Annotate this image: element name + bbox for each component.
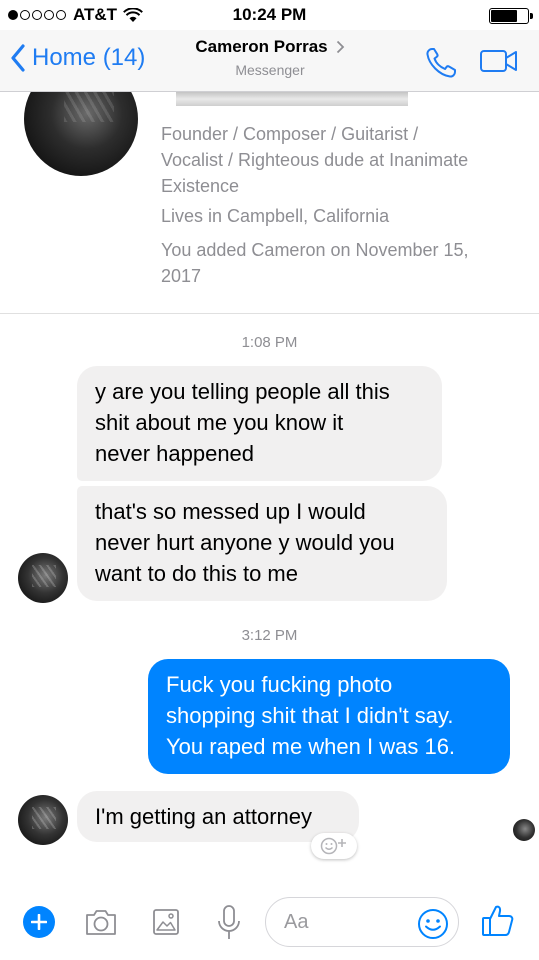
battery-icon [489, 8, 533, 24]
outgoing-message-bubble[interactable]: Fuck you fucking photo shopping shit tha… [148, 659, 510, 774]
message-text-line: shit about me you know it [95, 410, 344, 435]
voice-message-button[interactable] [216, 904, 242, 947]
message-text-line: that's so messed up I would [95, 499, 366, 524]
message-text-line: I'm getting an attorney [95, 804, 312, 829]
video-call-button[interactable] [479, 49, 519, 78]
profile-bio-line: Vocalist / Righteous dude at Inanimate [161, 150, 469, 170]
conversation-title[interactable]: Cameron Porras Messenger [150, 37, 390, 78]
video-camera-icon [480, 50, 517, 72]
contact-profile-card: Founder / Composer / Guitarist / Vocalis… [0, 92, 539, 314]
camera-icon [86, 910, 116, 935]
message-timestamp: 1:08 PM [241, 334, 298, 351]
incoming-message-bubble[interactable]: y are you telling people all this shit a… [77, 366, 442, 481]
smiley-icon [418, 909, 448, 939]
chevron-right-icon [336, 40, 344, 54]
status-bar: AT&T 10:24 PM [0, 0, 539, 30]
contact-name: Cameron Porras [195, 37, 328, 56]
message-text-line: never hurt anyone y would you [95, 530, 395, 555]
add-reaction-button[interactable] [311, 833, 357, 859]
conversation-subtitle: Messenger [235, 62, 305, 78]
call-button[interactable] [424, 46, 458, 85]
profile-location: Lives in Campbell, California [161, 206, 390, 226]
redacted-text [176, 92, 408, 106]
chevron-left-icon [11, 44, 25, 72]
back-button[interactable]: Home (14) [10, 44, 145, 72]
profile-added-date: You added Cameron on November 15, [161, 240, 469, 260]
more-options-button[interactable] [23, 906, 55, 938]
message-text-line: want to do this to me [95, 561, 298, 586]
message-input[interactable] [284, 910, 404, 934]
microphone-icon [218, 905, 240, 939]
emoji-button[interactable] [417, 908, 449, 945]
read-receipt-avatar [513, 819, 535, 841]
thumbs-up-icon [482, 905, 514, 936]
camera-button[interactable] [84, 907, 118, 942]
message-text-line: y are you telling people all this [95, 379, 390, 404]
plus-icon [31, 914, 47, 930]
message-text-line: You raped me when I was 16. [166, 734, 456, 759]
sender-avatar[interactable] [18, 795, 68, 845]
message-input-container[interactable] [265, 897, 459, 947]
message-text-line: Fuck you fucking photo [166, 672, 393, 697]
like-button[interactable] [481, 904, 515, 943]
message-text-line: shopping shit that I didn't say. [166, 703, 454, 728]
add-reaction-icon [320, 837, 346, 855]
phone-icon [426, 48, 456, 78]
profile-avatar[interactable] [24, 92, 138, 176]
clock: 10:24 PM [232, 5, 307, 24]
message-text-line: never happened [95, 441, 255, 466]
profile-added-date: 2017 [161, 266, 202, 286]
incoming-message-bubble[interactable]: that's so messed up I would never hurt a… [77, 486, 447, 601]
profile-bio-line: Existence [161, 176, 240, 196]
nav-bar: Home (14) Cameron Porras Messenger [0, 30, 539, 92]
gallery-button[interactable] [152, 908, 180, 941]
sender-avatar[interactable] [18, 553, 68, 603]
message-timestamp: 3:12 PM [241, 627, 298, 644]
profile-bio-line: Founder / Composer / Guitarist / [161, 124, 419, 144]
image-icon [153, 909, 179, 935]
back-button-label: Home (14) [32, 44, 146, 71]
